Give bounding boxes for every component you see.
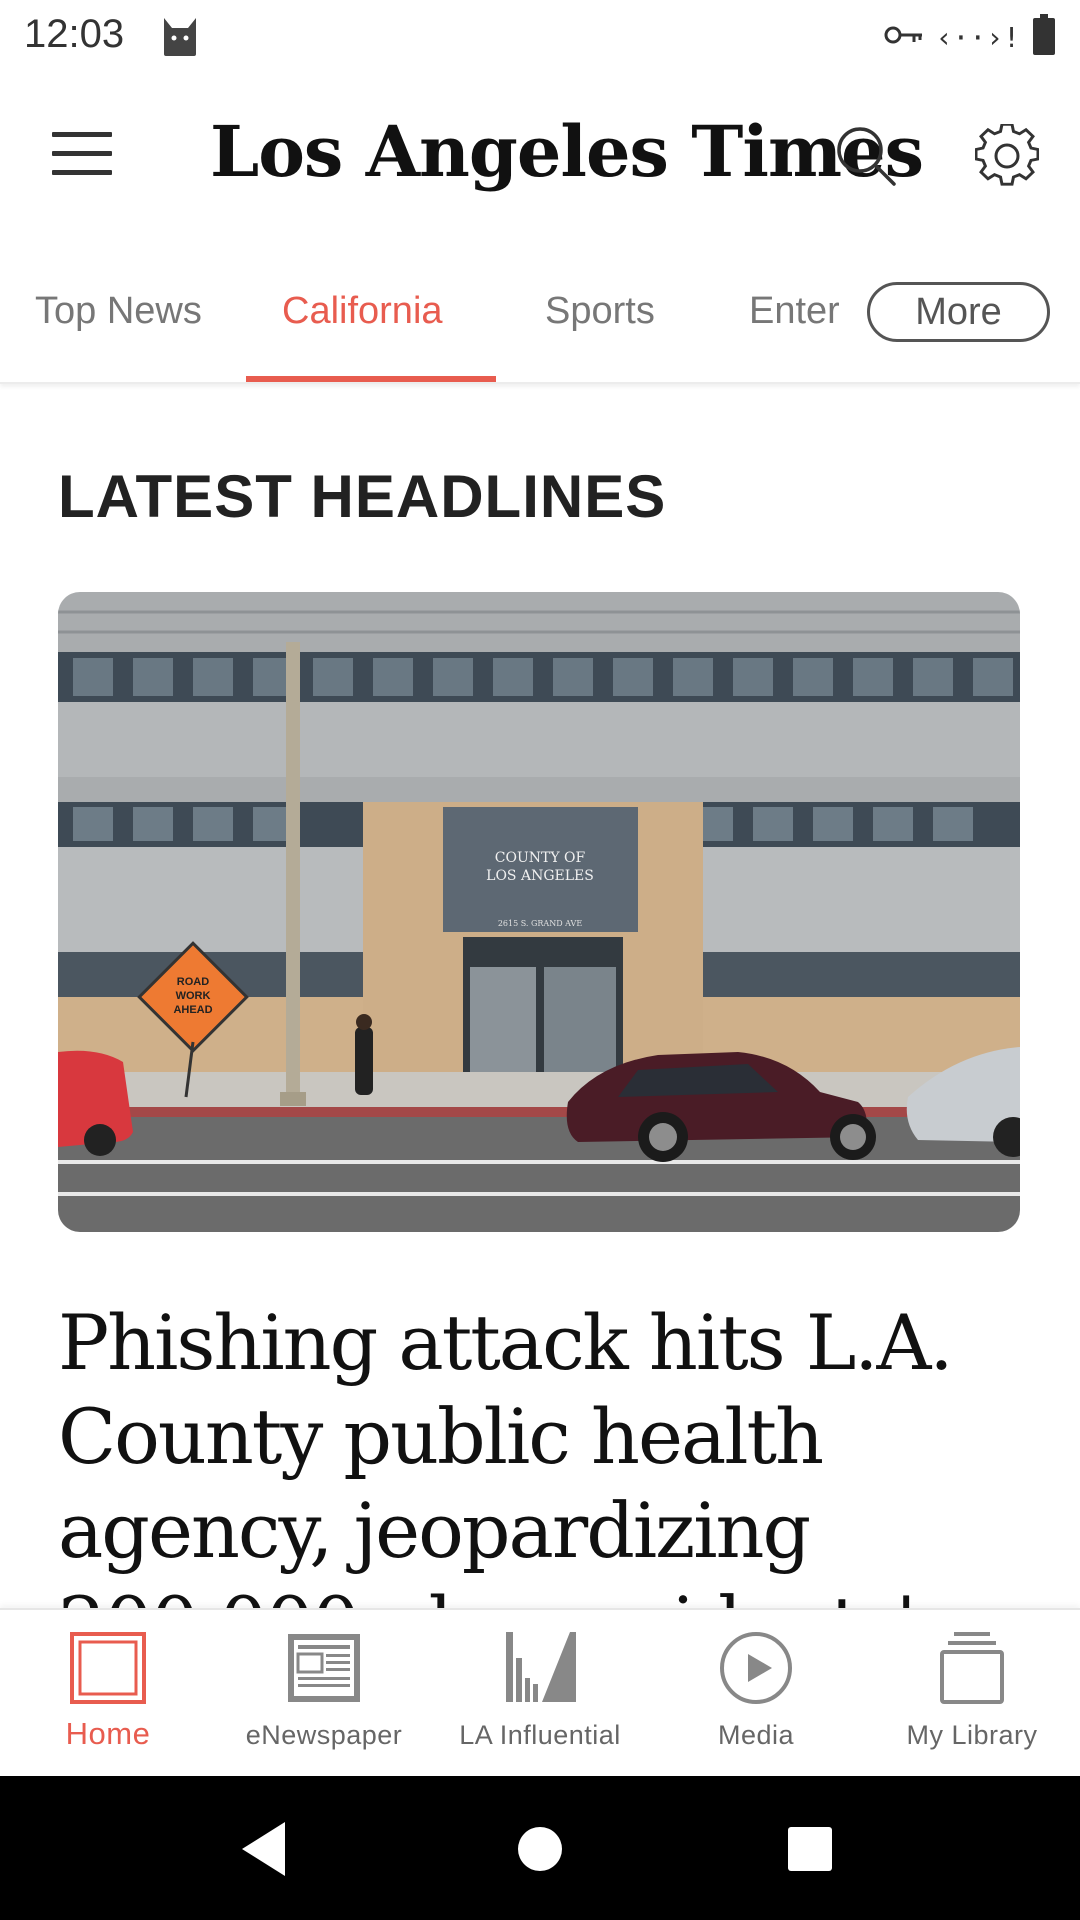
road-sign-text-1: ROAD [177,976,209,988]
play-icon [716,1628,796,1708]
nav-home-label: Home [65,1716,151,1751]
tab-sports[interactable]: Sports [545,290,655,333]
back-icon[interactable] [230,1814,300,1884]
status-time: 12:03 [24,12,125,56]
nav-home[interactable]: Home [0,1610,216,1778]
section-heading: LATEST HEADLINES [58,463,667,530]
nav-la-influential-label: LA Influential [459,1720,621,1750]
newspaper-icon [284,1628,364,1708]
nav-la-influential[interactable]: LA Influential [432,1610,648,1778]
image-sign-text: COUNTY OF [495,850,586,866]
hamburger-menu-icon[interactable] [52,132,112,176]
search-icon[interactable] [834,124,898,188]
nav-media-label: Media [717,1720,795,1750]
home-icon [68,1628,148,1708]
brand-logo[interactable]: Los Angeles Times [210,110,924,193]
road-sign-text-2: WORK [176,990,211,1002]
recents-icon[interactable] [775,1814,845,1884]
nav-my-library-label: My Library [906,1720,1038,1750]
tab-entertainment[interactable]: Enter [749,290,839,333]
vpn-status-icon: ‹··›! [935,21,1020,54]
nav-media[interactable]: Media [648,1610,864,1778]
image-address-text: 2615 S. GRAND AVE [498,919,582,928]
nav-enewspaper-label: eNewspaper [245,1720,403,1750]
tab-california[interactable]: California [282,290,443,333]
image-sign-text-2: LOS ANGELES [486,868,594,884]
nav-enewspaper[interactable]: eNewspaper [216,1610,432,1778]
article-hero-image[interactable]: COUNTY OF LOS ANGELES 2615 S. GRAND AVE … [58,592,1020,1232]
influential-icon [500,1628,580,1708]
status-icons: ‹··›! [884,14,1056,61]
cat-notification-icon [160,14,200,63]
status-bar: 12:03 ‹··›! [0,0,1080,74]
article-headline[interactable]: Phishing attack hits L.A. County public … [58,1296,1038,1608]
more-tabs-button[interactable]: More [867,282,1050,342]
nav-my-library[interactable]: My Library [864,1610,1080,1778]
key-icon [884,23,924,52]
library-icon [932,1628,1012,1708]
system-navigation-bar [0,1776,1080,1920]
active-tab-indicator [246,376,496,382]
gear-icon[interactable] [974,122,1040,188]
app-bar: Los Angeles Times [0,74,1080,239]
tab-top-news[interactable]: Top News [35,290,202,333]
home-circle-icon[interactable] [505,1814,575,1884]
section-tabs: Top News California Sports Enter More [0,270,1080,384]
bottom-navigation: Home eNewspaper LA Influential Media My … [0,1608,1080,1776]
road-sign-text-3: AHEAD [173,1004,212,1016]
battery-icon [1032,14,1056,61]
